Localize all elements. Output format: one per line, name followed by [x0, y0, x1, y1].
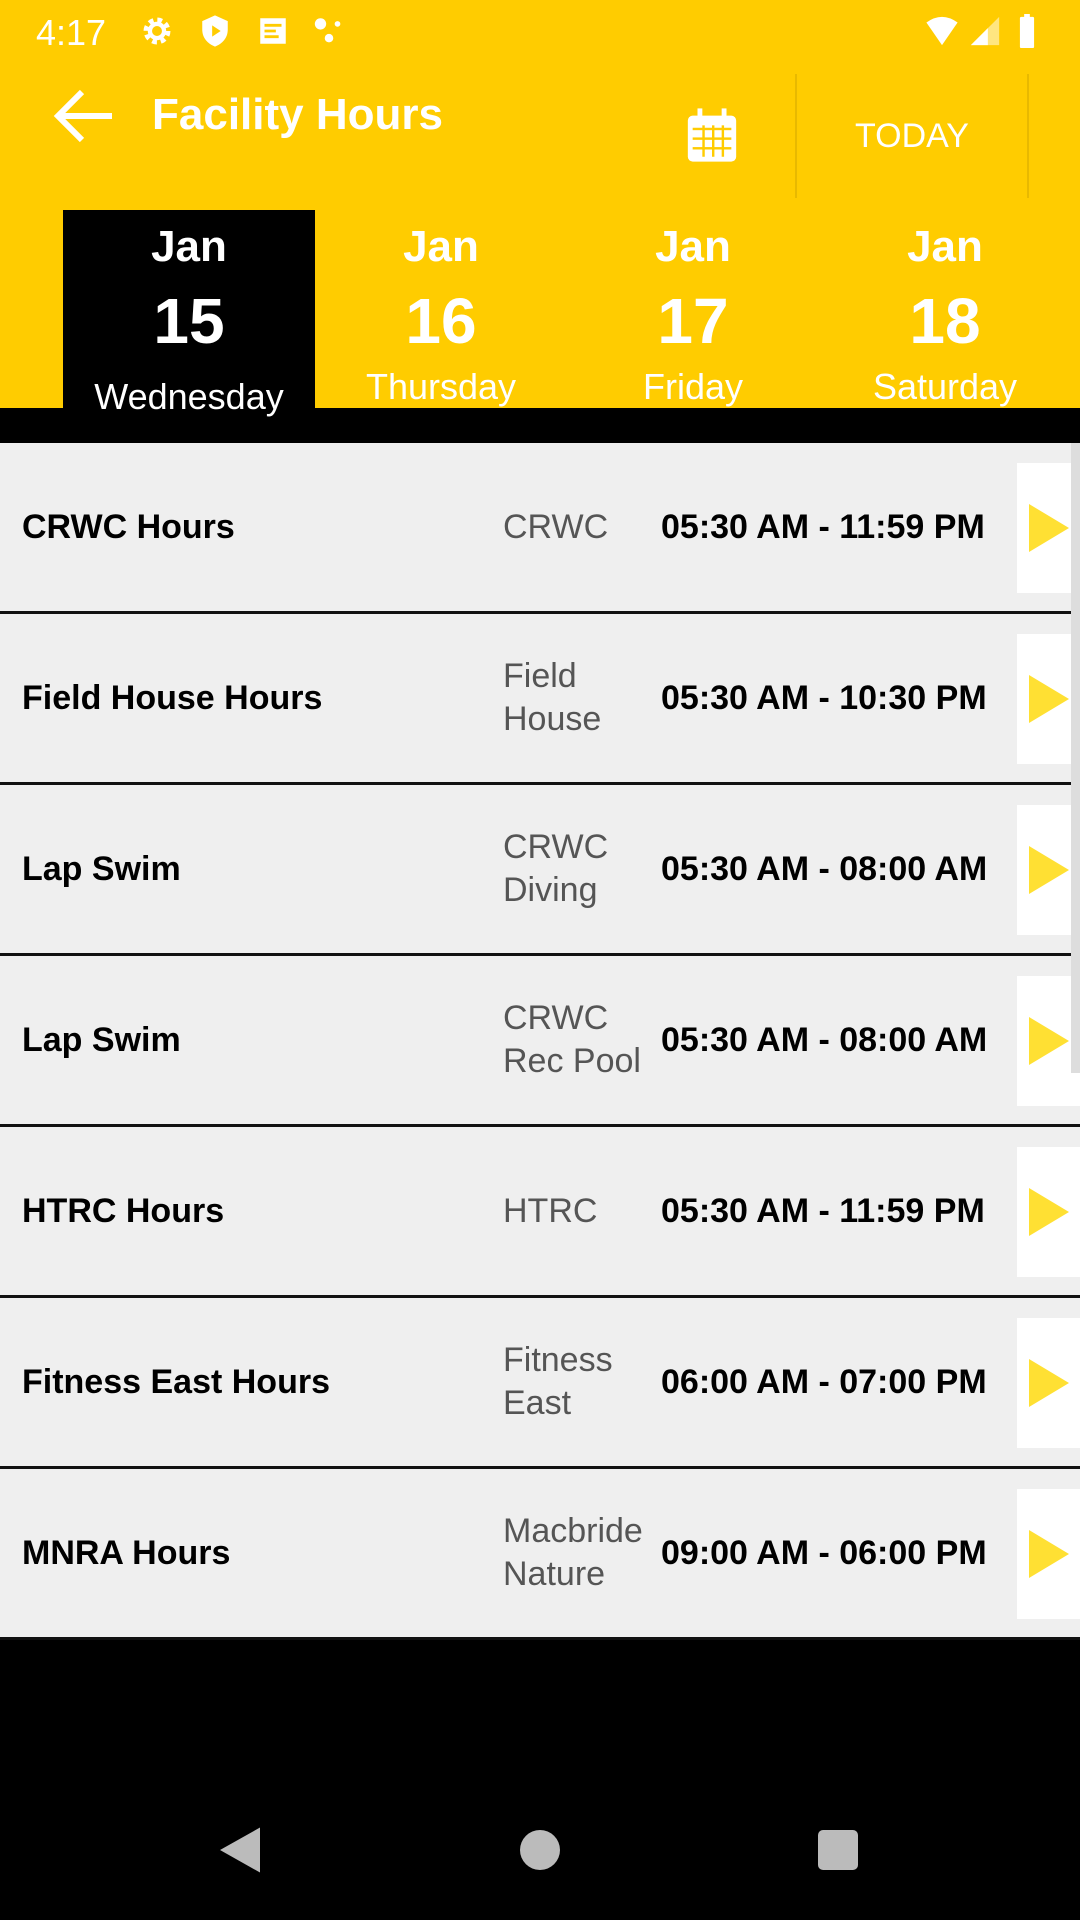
shield-play-icon [202, 15, 228, 47]
tab-month: Jan [403, 222, 479, 271]
facility-hours: 05:30 AM - 08:00 AM [661, 849, 988, 888]
list-item[interactable]: Field House Hours Field House 05:30 AM -… [0, 614, 1080, 785]
facility-hours: 05:30 AM - 11:59 PM [661, 1191, 985, 1230]
calendar-icon[interactable] [683, 106, 741, 164]
facility-location: CRWC Rec Pool [503, 999, 641, 1080]
facility-location: HTRC [503, 1191, 598, 1230]
inbox-icon [260, 18, 286, 44]
gear-icon [143, 17, 171, 45]
tab-weekday: Wednesday [94, 376, 284, 417]
nav-recents-icon[interactable] [808, 1820, 868, 1880]
tab-weekday: Saturday [872, 366, 1018, 407]
tab-weekday: Thursday [365, 366, 517, 407]
facility-hours: 05:30 AM - 11:59 PM [661, 507, 985, 546]
date-tabs: Jan 15 Wednesday Jan 16 Thursday Jan 17 … [0, 210, 1080, 417]
tab-month: Jan [907, 222, 983, 271]
facility-hours: 06:00 AM - 07:00 PM [661, 1362, 987, 1401]
tab-weekday: Friday [642, 366, 744, 407]
facility-name: CRWC Hours [22, 507, 235, 546]
signal-icon [970, 16, 1000, 46]
tab-day: 18 [909, 285, 981, 357]
facility-hours: 05:30 AM - 08:00 AM [661, 1020, 988, 1059]
facility-hours: 09:00 AM - 06:00 PM [661, 1533, 987, 1572]
battery-icon [1019, 14, 1035, 48]
facility-location: Field House [503, 657, 602, 738]
divider [1027, 74, 1029, 198]
facility-location: Fitness East [503, 1341, 613, 1422]
page-title: Facility Hours [152, 90, 443, 139]
scrollbar[interactable] [1071, 443, 1080, 1073]
date-tab-jan-17[interactable]: Jan 17 Friday [567, 210, 819, 408]
facility-name: Fitness East Hours [22, 1362, 330, 1401]
back-arrow-icon[interactable] [52, 88, 116, 144]
tab-day: 15 [153, 285, 225, 357]
nav-back-icon[interactable] [210, 1820, 270, 1880]
tab-day: 17 [657, 285, 729, 357]
tab-day: 16 [405, 285, 477, 357]
status-bar: 4:17 [0, 0, 1080, 64]
list-item[interactable]: MNRA Hours Macbride Nature 09:00 AM - 06… [0, 1469, 1080, 1640]
facility-list: CRWC Hours CRWC 05:30 AM - 11:59 PM Fiel… [0, 443, 1080, 1640]
facility-name: Lap Swim [22, 849, 181, 888]
facility-name: Field House Hours [22, 678, 323, 717]
facility-location: Macbride Nature [503, 1512, 643, 1593]
facility-hours: 05:30 AM - 10:30 PM [661, 678, 987, 717]
list-item[interactable]: Lap Swim CRWC Diving 05:30 AM - 08:00 AM [0, 785, 1080, 956]
date-tab-jan-16[interactable]: Jan 16 Thursday [315, 210, 567, 408]
list-item[interactable]: Lap Swim CRWC Rec Pool 05:30 AM - 08:00 … [0, 956, 1080, 1127]
facility-location: CRWC [503, 507, 609, 546]
play-arrow-icon[interactable] [1017, 1147, 1080, 1277]
wifi-icon [926, 16, 958, 46]
header: 4:17 Facility Hours TODAY Jan 15 Wednesd… [0, 0, 1080, 417]
status-time: 4:17 [36, 12, 107, 53]
tab-month: Jan [655, 222, 731, 271]
today-button[interactable]: TODAY [797, 74, 1027, 198]
tab-month: Jan [151, 222, 227, 271]
nav-home-icon[interactable] [510, 1820, 570, 1880]
date-tab-jan-18[interactable]: Jan 18 Saturday [819, 210, 1071, 408]
dots-icon [314, 18, 341, 43]
facility-name: HTRC Hours [22, 1191, 225, 1230]
list-item[interactable]: HTRC Hours HTRC 05:30 AM - 11:59 PM [0, 1127, 1080, 1298]
play-arrow-icon[interactable] [1017, 1318, 1080, 1448]
play-arrow-icon[interactable] [1017, 1489, 1080, 1619]
facility-location: CRWC Diving [503, 828, 609, 909]
facility-name: Lap Swim [22, 1020, 181, 1059]
date-tab-jan-15[interactable]: Jan 15 Wednesday [63, 210, 315, 417]
list-item[interactable]: Fitness East Hours Fitness East 06:00 AM… [0, 1298, 1080, 1469]
facility-name: MNRA Hours [22, 1533, 231, 1572]
list-item[interactable]: CRWC Hours CRWC 05:30 AM - 11:59 PM [0, 443, 1080, 614]
